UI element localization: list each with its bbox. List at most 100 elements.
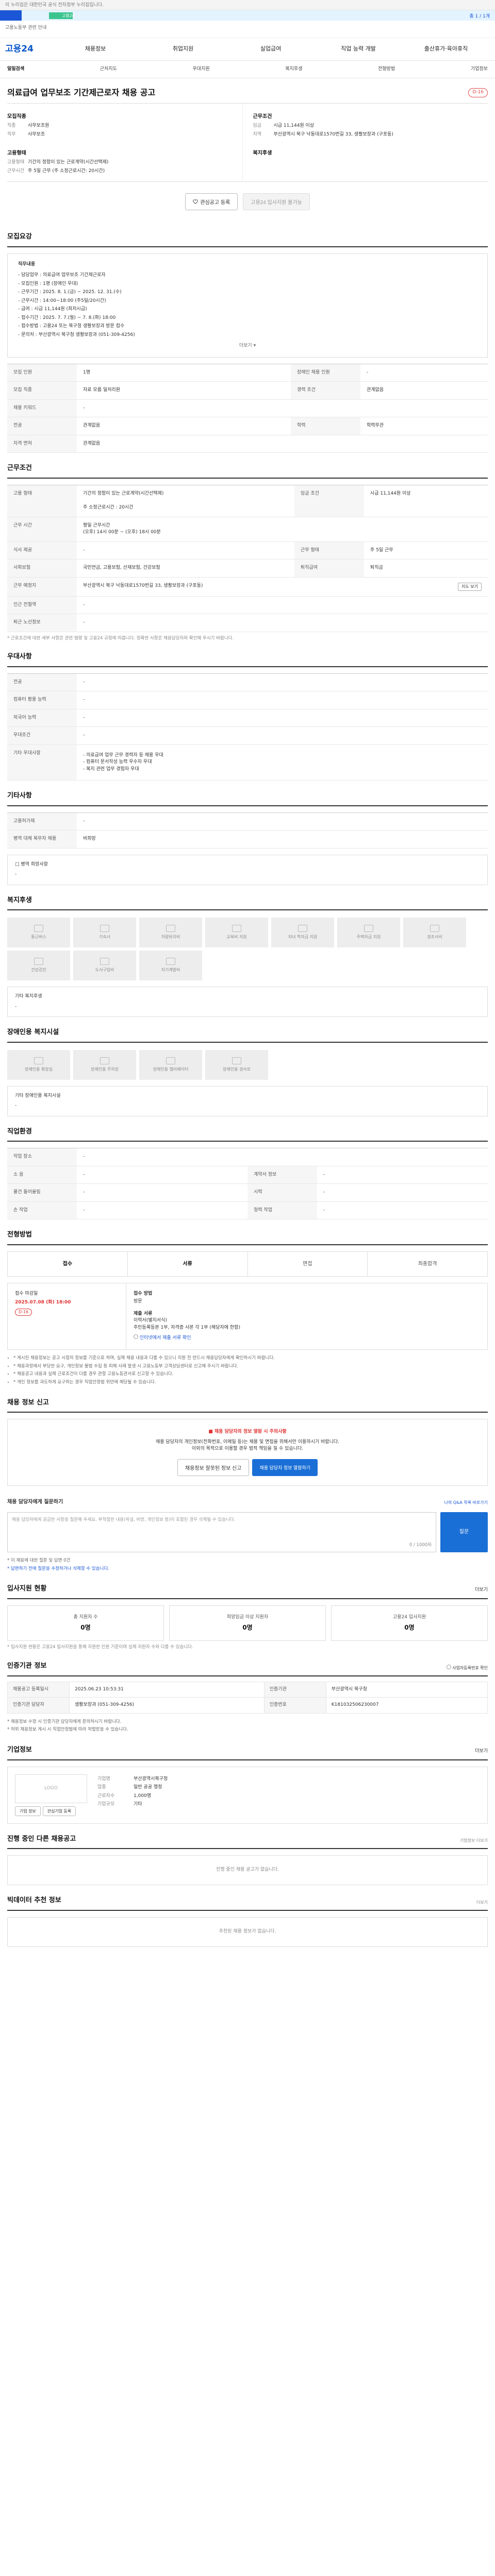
view-contact-button[interactable]: 채용 담당자 정보 열람하기 xyxy=(252,1459,318,1476)
row-value: - xyxy=(77,691,488,709)
docs-label: 제출 서류 xyxy=(134,1311,153,1316)
table-row: 손 작업 - 청력 작업 - xyxy=(7,1201,488,1220)
table-row: 외국어 능력 - xyxy=(7,709,488,727)
row-key: 기타 우대사항 xyxy=(7,744,77,781)
row-value: 관계없음 xyxy=(77,417,291,435)
ad-banner[interactable]: 고용24 총 1 / 1개 고용노동부 관련 안내 xyxy=(0,10,495,38)
section-title-org: 인증기관 정보 xyxy=(7,1662,47,1670)
welfare-etc-box: 기타 복지후생 - xyxy=(7,987,488,1018)
disabled-label: 장애인용 화장실 xyxy=(24,1066,53,1072)
report-line: 이외의 목적으로 이용할 경우 법적 책임을 질 수 있습니다. xyxy=(191,1446,304,1452)
report-button[interactable]: 채용정보 잘못된 정보 신고 xyxy=(177,1459,250,1476)
applicants-more-link[interactable]: 더보기 xyxy=(475,1587,488,1598)
ad-text: 고용노동부 관련 안내 xyxy=(5,25,47,30)
row-key: 업종 xyxy=(97,1785,106,1790)
row-key: 사회보험 xyxy=(7,559,77,578)
row-key: 채용 키워드 xyxy=(7,399,77,417)
summary-key: 근무시간 xyxy=(7,168,25,174)
row-key: 기업명 xyxy=(97,1776,110,1782)
tab-welfare[interactable]: 복지후생 xyxy=(285,66,302,73)
global-nav: 고용24 채용정보 취업지원 실업급여 직업 능력 개발 출산휴가·육아휴직 xyxy=(0,38,495,61)
row-value: 학력무관 xyxy=(360,417,488,435)
recommend-more-link[interactable]: 더보기 xyxy=(476,1900,488,1910)
welfare-label: 기숙사 xyxy=(98,935,111,940)
row-key: 컴퓨터 활용 능력 xyxy=(7,691,77,709)
welfare-item: 교육비 지원 xyxy=(205,918,268,948)
section-title-company: 기업정보 xyxy=(7,1746,32,1754)
row-key: 자격 면허 xyxy=(7,435,77,453)
report-box: ■ 채용 담당자의 정보 열람 시 주의사항 채용 담당자의 개인정보(전화번호… xyxy=(7,1419,488,1486)
section-tabs: 일일검색 근처지도 우대지원 복지후생 전형방법 기업정보 xyxy=(0,61,495,78)
apply-button[interactable]: 고용24 입사지원 불가능 xyxy=(243,193,310,210)
gnb-menu-support[interactable]: 취업지원 xyxy=(139,45,227,54)
qa-list-link[interactable]: 나의 Q&A 목록 바로가기 xyxy=(444,1500,488,1506)
table-row: 근무 시간 평일 근무시간 (오후) 14시 00분 ~ (오후) 18시 00분 xyxy=(7,517,488,542)
other-etc-box: □ 병역 희망사항 - xyxy=(7,854,488,885)
table-row: 근무 예정지 지도 보기 부산광역시 북구 낙동대로1570번길 33, 생활보장과… xyxy=(7,577,488,597)
gnb-menu-training[interactable]: 직업 능력 개발 xyxy=(315,45,402,54)
row-key: 작업 장소 xyxy=(7,1148,77,1166)
tab-preference[interactable]: 우대지원 xyxy=(193,66,210,73)
note-item: * 채용과정에서 부당한 요구, 개인정보 불법 수집 등 피해 사례 발생 시… xyxy=(13,1363,488,1370)
row-value: - xyxy=(77,399,488,417)
gnb-menu-jobs[interactable]: 채용정보 xyxy=(52,45,139,54)
row-value: 평일 근무시간 (오후) 14시 00분 ~ (오후) 18시 00분 xyxy=(77,517,488,542)
site-logo[interactable]: 고용24 xyxy=(5,43,52,56)
report-buttons: 채용정보 잘못된 정보 신고 채용 담당자 정보 열람하기 xyxy=(17,1459,478,1476)
table-row: 인근 전철역 - xyxy=(7,596,488,614)
gnb-menu-leave[interactable]: 출산휴가·육아휴직 xyxy=(402,45,490,54)
table-row: 기타 우대사항 - 의료급여 업무 근무 경력자 등 채용 우대 - 컴퓨터 문서… xyxy=(7,744,488,781)
tab-company[interactable]: 기업정보 xyxy=(471,66,488,73)
other-jobs-more-link[interactable]: 기업정보 더보기 xyxy=(460,1838,488,1848)
row-key: 모집 직종 xyxy=(7,381,77,400)
row-value: - xyxy=(77,596,488,614)
company-info-button[interactable]: 기업 정보 xyxy=(15,1806,41,1816)
row-value: K181032506230007 xyxy=(325,1697,488,1714)
welfare-label: 도서구입비 xyxy=(95,968,114,973)
job-actions: 관심공고 등록 고용24 입사지원 불가능 xyxy=(7,182,488,222)
row-key: 채용공고 등록일시 xyxy=(7,1681,70,1698)
org-verify-link[interactable]: 사업자등록번호 확인 xyxy=(446,1664,488,1675)
company-more-link[interactable]: 더보기 xyxy=(475,1748,488,1759)
tab-location[interactable]: 근처지도 xyxy=(100,66,117,73)
gnb-menu-unemployment[interactable]: 실업급여 xyxy=(227,45,315,54)
section-title-preference: 우대사항 xyxy=(7,641,488,667)
report-heading: ■ 채용 담당자의 정보 열람 시 주의사항 xyxy=(17,1429,478,1436)
job-summary: 모집직종 직종 사무보조원 직무 사무보조 고용형태 고용형태 기간의 정함이 있는 … xyxy=(7,103,488,182)
welfare-item: 건강검진 xyxy=(7,951,70,981)
parking-icon xyxy=(100,1057,109,1064)
stat-card: 희망임금 이상 지원자 0명 xyxy=(169,1605,326,1641)
row-key: 우대조건 xyxy=(7,726,77,745)
ramp-icon xyxy=(232,1057,241,1064)
more-button[interactable]: 더보기 ▾ xyxy=(18,343,477,350)
tab-selection[interactable]: 전형방법 xyxy=(378,66,395,73)
favorite-company-button[interactable]: 관심기업 등록 xyxy=(42,1806,76,1816)
welfare-etc-title: 기타 복지후생 xyxy=(15,994,42,999)
warning-icon: ■ xyxy=(208,1429,213,1435)
ad-accent xyxy=(0,10,22,21)
row-value: - xyxy=(317,1201,488,1220)
tab-recruit[interactable]: 일일검색 xyxy=(7,66,24,73)
row-key: 청력 작업 xyxy=(248,1201,317,1220)
gift-icon xyxy=(430,925,439,933)
scrap-button[interactable]: 관심공고 등록 xyxy=(185,193,238,210)
row-key: 고용허가제 xyxy=(7,812,77,831)
welfare-item: 기숙사 xyxy=(73,918,136,948)
stat-value: 0명 xyxy=(404,1624,415,1632)
environment-table: 작업 장소 - 소 음 - 계약서 정보 - 물건 들어올림 - 시력 - 손 작업 - 청력 작… xyxy=(7,1148,488,1220)
row-key: 임금 조건 xyxy=(294,484,364,517)
row-key: 병역 대체 복무자 채용 xyxy=(7,830,77,849)
org-notes: * 채용정보 수정 시 인증기관 담당자에게 문의하시기 바랍니다. * 허위 … xyxy=(7,1719,488,1734)
map-button[interactable]: 지도 보기 xyxy=(458,582,482,591)
submit-question-button[interactable]: 질문 xyxy=(440,1512,488,1552)
summary-value: 주 5일 근무 (주 소정근로시간: 20시간) xyxy=(28,168,105,174)
row-value: 생활보장과 (051-309-4256) xyxy=(69,1697,265,1714)
question-input[interactable]: 채용 담당자에게 궁금한 사항을 질문해 주세요. 부적절한 내용(욕설, 비방… xyxy=(7,1512,436,1552)
summary-heading: 복지후생 xyxy=(253,150,272,156)
summary-left: 모집직종 직종 사무보조원 직무 사무보조 고용형태 고용형태 기간의 정함이 있는 … xyxy=(7,104,242,181)
stat-card: 총 지원자 수 0명 xyxy=(7,1605,164,1641)
job-description-line: - 접수기간 : 2025. 7. 7.(월) ~ 7. 8.(화) 18:00 xyxy=(18,315,116,320)
docs-link[interactable]: 인터넷에서 제출 서류 확인 xyxy=(134,1334,480,1342)
summary-key: 직무 xyxy=(7,131,16,137)
method-block: 접수 방법 방문 제출 서류 이력서(별지서식) 주민등록등본 1부, 자격증 … xyxy=(126,1283,487,1349)
